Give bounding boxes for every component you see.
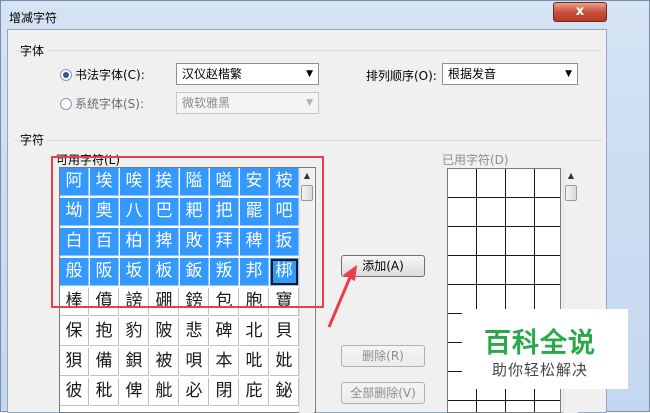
char-cell[interactable]: 碑 xyxy=(210,318,239,346)
char-cell[interactable]: 豹 xyxy=(120,318,149,346)
char-cell[interactable]: 北 xyxy=(240,318,269,346)
watermark-subtitle: 助你轻松解决 xyxy=(492,361,589,379)
used-char-cell[interactable] xyxy=(535,401,560,412)
char-cell[interactable]: 鉍 xyxy=(270,378,299,406)
window-title: 增减字符 xyxy=(9,11,58,25)
used-char-cell[interactable] xyxy=(506,198,535,227)
char-group-frame xyxy=(14,140,602,141)
char-cell[interactable]: 本 xyxy=(210,348,239,376)
char-cell[interactable]: 閉 xyxy=(210,378,239,406)
dropdown-arrow-icon: ▼ xyxy=(306,98,313,108)
char-cell[interactable]: 舭 xyxy=(150,378,179,406)
char-cell[interactable]: 妣 xyxy=(270,348,299,376)
system-font-value: 微软雅黑 xyxy=(182,96,231,110)
char-cell[interactable]: 悲 xyxy=(180,318,209,346)
font-group-frame xyxy=(14,50,602,51)
sort-order-label: 排列顺序(O): xyxy=(366,69,437,83)
close-button[interactable]: x xyxy=(553,2,607,22)
radio-unchecked-icon xyxy=(60,97,72,110)
watermark-logo: 百科全说 助你轻松解决 xyxy=(462,309,628,389)
used-char-cell[interactable] xyxy=(448,401,477,412)
title-bar[interactable]: 增减字符 x xyxy=(1,1,649,29)
char-cell[interactable]: 庇 xyxy=(240,378,269,406)
char-cell[interactable]: 俾 xyxy=(120,378,149,406)
char-cell[interactable]: 貝 xyxy=(270,318,299,346)
char-cell[interactable]: 鋇 xyxy=(120,348,149,376)
delete-all-button[interactable]: 全部删除(V) xyxy=(341,382,425,404)
used-char-cell[interactable] xyxy=(535,227,560,256)
used-char-cell[interactable] xyxy=(477,256,506,285)
calligraphy-font-label: 书法字体(C): xyxy=(75,68,145,82)
char-cell[interactable]: 唄 xyxy=(180,348,209,376)
char-cell[interactable]: 被 xyxy=(150,348,179,376)
highlight-annotation-box xyxy=(51,156,324,308)
used-char-cell[interactable] xyxy=(448,227,477,256)
used-char-cell[interactable] xyxy=(477,401,506,412)
used-char-cell[interactable] xyxy=(448,169,477,198)
char-group-label: 字符 xyxy=(20,131,48,148)
used-char-cell[interactable] xyxy=(535,256,560,285)
system-font-radio[interactable]: 系统字体(S): xyxy=(60,95,144,112)
radio-checked-icon xyxy=(60,68,72,81)
used-char-cell[interactable] xyxy=(477,227,506,256)
char-cell[interactable]: 保 xyxy=(60,318,89,346)
calligraphy-font-select[interactable]: 汉仪赵楷繁 ▼ xyxy=(176,63,319,85)
system-font-label: 系统字体(S): xyxy=(75,97,145,111)
calligraphy-font-radio[interactable]: 书法字体(C): xyxy=(60,66,145,83)
used-char-cell[interactable] xyxy=(477,198,506,227)
calligraphy-font-value: 汉仪赵楷繁 xyxy=(182,67,243,81)
used-chars-label: 已用字符(D) xyxy=(442,153,509,167)
sort-order-value: 根据发音 xyxy=(448,67,497,81)
dropdown-arrow-icon: ▼ xyxy=(565,69,572,79)
char-cell[interactable]: 必 xyxy=(180,378,209,406)
char-cell[interactable]: 抱 xyxy=(90,318,119,346)
scrollbar-thumb[interactable] xyxy=(565,185,577,201)
used-char-cell[interactable] xyxy=(477,169,506,198)
used-char-cell[interactable] xyxy=(506,227,535,256)
dialog-window: 增减字符 x 字体 书法字体(C): 汉仪赵楷繁 ▼ 排列顺序(O): 根据发音… xyxy=(0,0,650,413)
system-font-select[interactable]: 微软雅黑 ▼ xyxy=(176,92,319,114)
dropdown-arrow-icon: ▼ xyxy=(306,69,313,79)
used-char-cell[interactable] xyxy=(506,401,535,412)
char-cell[interactable]: 吡 xyxy=(240,348,269,376)
used-char-cell[interactable] xyxy=(535,169,560,198)
scroll-up-icon[interactable]: ▲ xyxy=(564,168,578,183)
used-char-cell[interactable] xyxy=(448,198,477,227)
used-char-cell[interactable] xyxy=(448,256,477,285)
delete-button[interactable]: 删除(R) xyxy=(341,345,425,367)
used-char-cell[interactable] xyxy=(535,198,560,227)
char-cell[interactable]: 陂 xyxy=(150,318,179,346)
char-cell[interactable]: 彼 xyxy=(60,378,89,406)
watermark-title: 百科全说 xyxy=(484,328,596,359)
sort-order-select[interactable]: 根据发音 ▼ xyxy=(442,63,578,85)
annotation-arrow-icon xyxy=(327,265,357,328)
char-cell[interactable]: 秕 xyxy=(90,378,119,406)
char-cell[interactable]: 備 xyxy=(90,348,119,376)
used-char-cell[interactable] xyxy=(506,256,535,285)
used-char-cell[interactable] xyxy=(506,169,535,198)
char-cell[interactable]: 狽 xyxy=(60,348,89,376)
font-group-label: 字体 xyxy=(20,42,48,59)
